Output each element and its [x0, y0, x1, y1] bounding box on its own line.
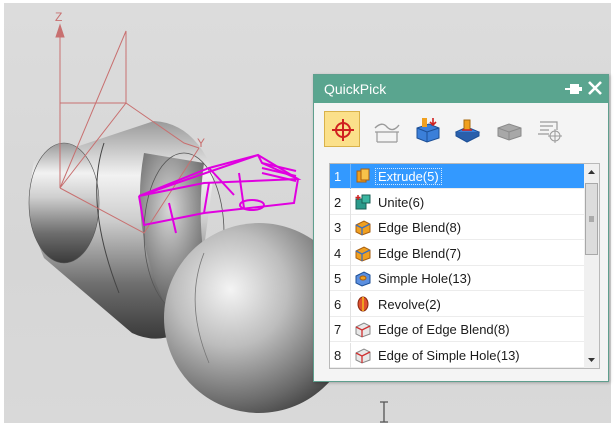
datum-icon	[538, 121, 562, 143]
column-divider	[350, 164, 351, 189]
edge-blend-icon	[355, 245, 371, 262]
list-item-label: Edge Blend(8)	[378, 220, 462, 235]
edge-icon	[355, 347, 371, 364]
list-item-label: Edge of Simple Hole(13)	[378, 347, 520, 363]
list-item[interactable]: 2 Unite(6)	[330, 189, 584, 215]
unite-icon	[355, 194, 371, 209]
face-feature-icon	[454, 119, 481, 143]
list-item-number: 1	[334, 169, 342, 184]
crosshair-icon	[332, 119, 354, 141]
simple-hole-icon	[355, 271, 371, 287]
list-item-number: 6	[334, 296, 342, 312]
list-item-label: Unite(6)	[378, 194, 425, 210]
close-icon[interactable]	[585, 78, 605, 98]
list-item-number: 7	[334, 322, 342, 337]
edge-blend-icon	[355, 220, 371, 236]
curve-filter-icon	[374, 123, 400, 143]
scroll-thumb[interactable]	[585, 183, 598, 255]
list-item[interactable]: 4 Edge Blend(7)	[330, 240, 584, 266]
list-item[interactable]: 7 Edge of Edge Blend(8)	[330, 317, 584, 342]
column-divider	[350, 317, 351, 342]
filter-datum-button[interactable]	[530, 111, 566, 147]
axis-z-label: Z	[55, 10, 62, 24]
list-item-number: 2	[334, 194, 342, 210]
list-item-label: Extrude(5)	[375, 168, 442, 185]
list-item[interactable]: 3 Edge Blend(8)	[330, 215, 584, 240]
dialog-title: QuickPick	[324, 81, 387, 97]
filter-body-feature-button[interactable]	[408, 111, 444, 147]
column-divider	[350, 342, 351, 368]
list-item[interactable]: 6 Revolve(2)	[330, 291, 584, 317]
filter-solid-body-button[interactable]	[490, 111, 526, 147]
filter-curve-button[interactable]	[368, 111, 404, 147]
list-item[interactable]: 8 Edge of Simple Hole(13)	[330, 342, 584, 368]
list-item[interactable]: 5 Simple Hole(13)	[330, 266, 584, 291]
filter-face-feature-button[interactable]	[448, 111, 484, 147]
edge-icon	[355, 322, 371, 338]
list-scrollbar[interactable]	[584, 164, 599, 368]
column-divider	[350, 215, 351, 240]
list-item-number: 8	[334, 347, 342, 363]
pin-icon[interactable]	[562, 79, 584, 99]
extrude-icon	[356, 168, 370, 183]
dialog-titlebar[interactable]: QuickPick	[314, 75, 608, 103]
list-item-number: 5	[334, 271, 342, 286]
scroll-up-arrow-icon[interactable]	[584, 164, 599, 181]
list-item-label: Simple Hole(13)	[378, 271, 472, 286]
list-item-label: Edge Blend(7)	[378, 245, 462, 261]
column-divider	[350, 240, 351, 266]
list-item[interactable]: 1 Extrude(5)	[330, 164, 584, 189]
quickpick-dialog[interactable]: QuickPick 1 Extrude(5) 2 Unite(6) 3 Edge…	[313, 74, 609, 382]
column-divider	[350, 291, 351, 317]
list-item-label: Edge of Edge Blend(8)	[378, 322, 510, 337]
scroll-down-arrow-icon[interactable]	[584, 351, 599, 368]
quickpick-list[interactable]: 1 Extrude(5) 2 Unite(6) 3 Edge Blend(8) 4 Edge …	[329, 163, 600, 369]
revolve-icon	[357, 296, 369, 311]
list-item-label: Revolve(2)	[378, 296, 441, 312]
axis-y-label: Y	[197, 136, 205, 150]
list-item-number: 4	[334, 245, 342, 261]
filter-all-button[interactable]	[324, 111, 360, 147]
text-cursor	[380, 401, 388, 423]
body-feature-icon	[416, 118, 440, 143]
filter-toolbar	[324, 111, 600, 151]
column-divider	[350, 189, 351, 215]
solid-body-icon	[497, 123, 522, 141]
list-item-number: 3	[334, 220, 342, 235]
column-divider	[350, 266, 351, 291]
